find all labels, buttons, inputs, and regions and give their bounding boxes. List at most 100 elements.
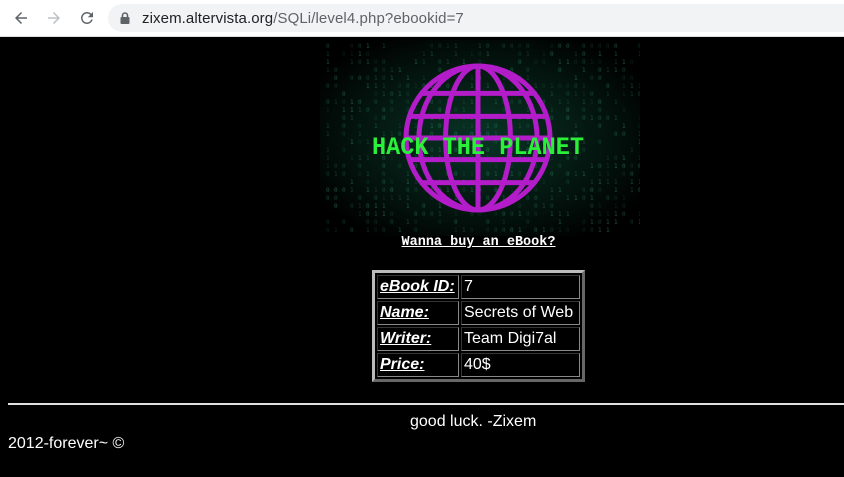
svg-text:0: 0 bbox=[334, 83, 338, 90]
svg-text:0: 0 bbox=[406, 187, 410, 194]
ebook-id-value: 7 bbox=[461, 275, 580, 299]
svg-text:0: 0 bbox=[590, 43, 594, 50]
reload-button[interactable] bbox=[75, 6, 99, 30]
svg-text:1: 1 bbox=[550, 83, 554, 90]
lock-icon bbox=[118, 11, 132, 25]
name-label[interactable]: Name: bbox=[377, 301, 459, 325]
svg-text:0: 0 bbox=[526, 195, 530, 202]
arrow-right-icon bbox=[48, 12, 60, 24]
copyright-footer: 2012-forever~ © bbox=[8, 435, 125, 452]
svg-text:1: 1 bbox=[574, 91, 578, 98]
svg-text:0: 0 bbox=[454, 171, 458, 178]
svg-text:1: 1 bbox=[582, 171, 586, 178]
svg-text:0: 0 bbox=[630, 171, 634, 178]
svg-text:1: 1 bbox=[590, 219, 594, 226]
svg-text:1: 1 bbox=[414, 59, 418, 66]
svg-text:0: 0 bbox=[550, 115, 554, 122]
svg-text:0: 0 bbox=[486, 43, 490, 50]
svg-text:0: 0 bbox=[454, 107, 458, 114]
svg-text:0: 0 bbox=[622, 211, 626, 218]
svg-text:1: 1 bbox=[350, 179, 354, 186]
svg-text:1: 1 bbox=[326, 163, 330, 170]
svg-text:0: 0 bbox=[382, 75, 386, 82]
svg-text:1: 1 bbox=[558, 227, 562, 234]
svg-text:0: 0 bbox=[326, 99, 330, 106]
svg-text:1: 1 bbox=[590, 59, 594, 66]
svg-text:0: 0 bbox=[374, 219, 378, 226]
svg-text:1: 1 bbox=[382, 91, 386, 98]
ebook-id-label[interactable]: eBook ID: bbox=[377, 275, 459, 299]
svg-text:0: 0 bbox=[342, 51, 346, 58]
svg-text:0: 0 bbox=[630, 219, 634, 226]
svg-text:1: 1 bbox=[374, 123, 378, 130]
svg-text:0: 0 bbox=[438, 219, 442, 226]
svg-text:0: 0 bbox=[350, 227, 354, 234]
svg-text:0: 0 bbox=[374, 91, 378, 98]
address-bar[interactable]: zixem.altervista.org/SQLi/level4.php?ebo… bbox=[108, 4, 844, 32]
svg-text:1: 1 bbox=[454, 43, 458, 50]
svg-text:0: 0 bbox=[526, 43, 530, 50]
svg-text:1: 1 bbox=[422, 75, 426, 82]
svg-text:1: 1 bbox=[590, 163, 594, 170]
svg-text:1: 1 bbox=[486, 83, 490, 90]
svg-text:1: 1 bbox=[422, 59, 426, 66]
svg-text:1: 1 bbox=[414, 83, 418, 90]
writer-value: Team Digi7al bbox=[461, 327, 580, 351]
price-value: 40$ bbox=[461, 353, 580, 377]
svg-text:0: 0 bbox=[622, 131, 626, 138]
svg-text:0: 0 bbox=[542, 83, 546, 90]
svg-text:1: 1 bbox=[446, 59, 450, 66]
svg-text:0: 0 bbox=[534, 59, 538, 66]
svg-text:0: 0 bbox=[390, 99, 394, 106]
svg-text:0: 0 bbox=[510, 211, 514, 218]
svg-text:0: 0 bbox=[358, 123, 362, 130]
svg-text:1: 1 bbox=[510, 83, 514, 90]
svg-text:1: 1 bbox=[382, 195, 386, 202]
svg-text:0: 0 bbox=[598, 139, 602, 146]
svg-text:0: 0 bbox=[374, 195, 378, 202]
svg-text:1: 1 bbox=[550, 107, 554, 114]
svg-text:1: 1 bbox=[606, 171, 610, 178]
svg-text:0: 0 bbox=[598, 163, 602, 170]
svg-text:1: 1 bbox=[358, 155, 362, 162]
svg-text:1: 1 bbox=[582, 67, 586, 74]
browser-toolbar: zixem.altervista.org/SQLi/level4.php?ebo… bbox=[0, 0, 844, 37]
back-button[interactable] bbox=[9, 6, 33, 30]
svg-text:0: 0 bbox=[414, 227, 418, 234]
page-content: 0111001111110000000010100010001000000000… bbox=[0, 37, 844, 477]
buy-ebook-link[interactable]: Wanna buy an eBook? bbox=[0, 235, 844, 250]
price-label[interactable]: Price: bbox=[377, 353, 459, 377]
svg-text:0: 0 bbox=[550, 203, 554, 210]
svg-text:0: 0 bbox=[326, 83, 330, 90]
svg-text:1: 1 bbox=[350, 115, 354, 122]
svg-text:0: 0 bbox=[382, 107, 386, 114]
svg-text:0: 0 bbox=[566, 83, 570, 90]
svg-text:1: 1 bbox=[350, 51, 354, 58]
writer-label[interactable]: Writer: bbox=[377, 327, 459, 351]
table-row: Price: 40$ bbox=[377, 353, 580, 377]
svg-text:0: 0 bbox=[374, 59, 378, 66]
forward-button[interactable] bbox=[42, 6, 66, 30]
svg-text:1: 1 bbox=[614, 219, 618, 226]
svg-text:1: 1 bbox=[534, 83, 538, 90]
svg-text:1: 1 bbox=[630, 179, 634, 186]
svg-text:1: 1 bbox=[382, 211, 386, 218]
svg-text:1: 1 bbox=[502, 219, 506, 226]
svg-text:1: 1 bbox=[638, 131, 640, 138]
svg-text:1: 1 bbox=[590, 115, 594, 122]
svg-text:0: 0 bbox=[430, 211, 434, 218]
svg-text:0: 0 bbox=[510, 43, 514, 50]
svg-text:1: 1 bbox=[462, 123, 466, 130]
url-text: zixem.altervista.org/SQLi/level4.php?ebo… bbox=[142, 10, 464, 27]
svg-text:1: 1 bbox=[398, 195, 402, 202]
svg-text:1: 1 bbox=[350, 155, 354, 162]
table-row: Writer: Team Digi7al bbox=[377, 327, 580, 351]
svg-text:1: 1 bbox=[350, 139, 354, 146]
url-path: /SQLi/level4.php?ebookid=7 bbox=[273, 9, 464, 27]
svg-text:1: 1 bbox=[606, 155, 610, 162]
svg-text:0: 0 bbox=[566, 107, 570, 114]
svg-text:0: 0 bbox=[590, 91, 594, 98]
svg-text:0: 0 bbox=[390, 107, 394, 114]
svg-text:0: 0 bbox=[390, 219, 394, 226]
svg-text:1: 1 bbox=[526, 75, 530, 82]
